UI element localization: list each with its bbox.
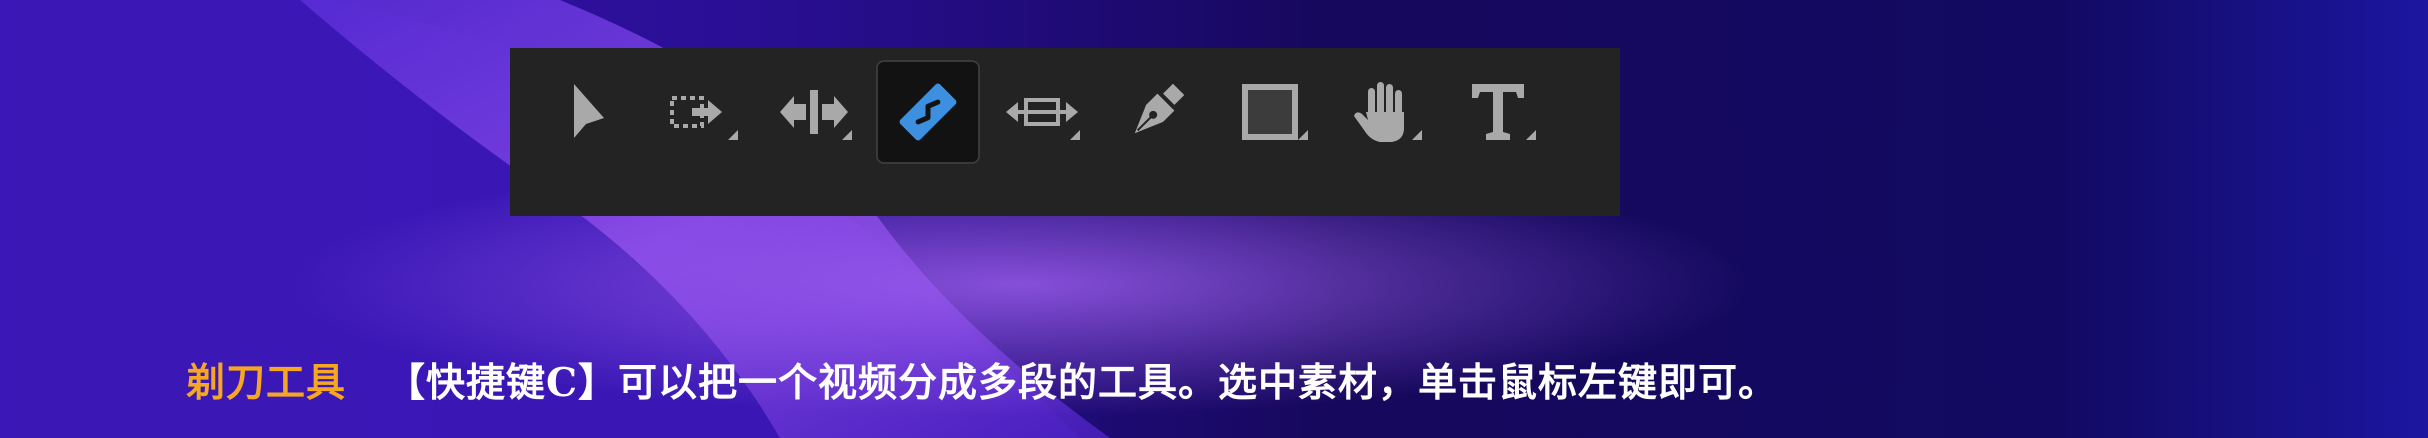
track-select-forward-tool-button[interactable] — [648, 60, 752, 164]
pen-icon — [1134, 83, 1185, 134]
rectangle-tool-button[interactable] — [1218, 60, 1322, 164]
slip-icon — [1006, 98, 1080, 140]
razor-tool-button[interactable] — [876, 60, 980, 164]
tools-panel — [510, 48, 1620, 216]
pen-tool-button[interactable] — [1104, 60, 1208, 164]
submenu-indicator-icon — [728, 130, 738, 140]
selection-tool-button[interactable] — [534, 60, 638, 164]
caption-description: 【快捷键C】可以把一个视频分成多段的工具。选中素材，单击鼠标左键即可。 — [386, 360, 1779, 406]
submenu-indicator-icon — [1070, 130, 1080, 140]
arrow-cursor-icon — [574, 84, 604, 138]
submenu-indicator-icon — [842, 130, 852, 140]
track-select-forward-icon — [670, 96, 738, 140]
hand-tool-button[interactable] — [1332, 60, 1436, 164]
submenu-indicator-icon — [1526, 130, 1536, 140]
submenu-indicator-icon — [1412, 130, 1422, 140]
slip-tool-button[interactable] — [990, 60, 1094, 164]
caption: 剃刀工具 【快捷键C】可以把一个视频分成多段的工具。选中素材，单击鼠标左键即可。 — [186, 348, 1778, 412]
type-tool-button[interactable] — [1446, 60, 1550, 164]
submenu-indicator-icon — [1298, 130, 1308, 140]
razor-blade-icon — [899, 83, 957, 141]
ripple-edit-tool-button[interactable] — [762, 60, 866, 164]
type-icon — [1472, 84, 1536, 140]
rectangle-icon — [1242, 84, 1308, 140]
hand-icon — [1354, 82, 1422, 142]
ripple-edit-icon — [780, 90, 852, 140]
caption-title: 剃刀工具 — [186, 360, 347, 406]
